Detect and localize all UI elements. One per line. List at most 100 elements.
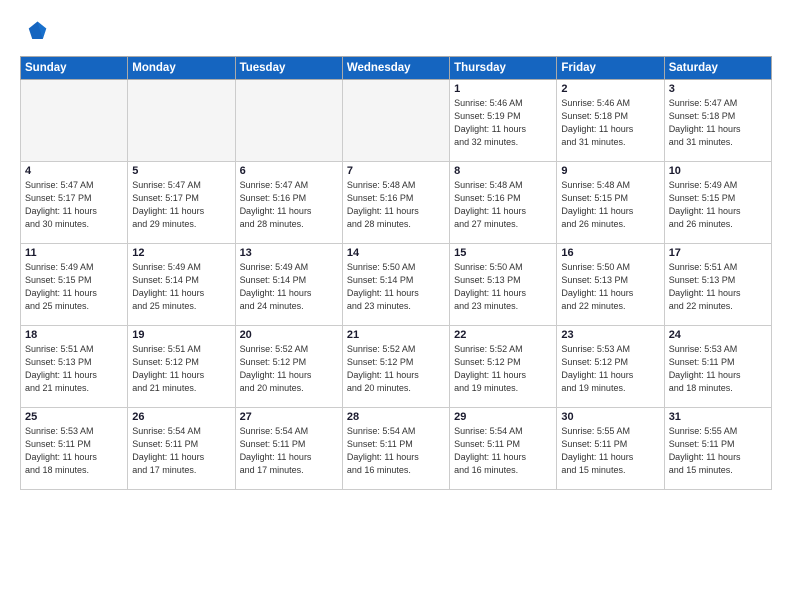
day-cell-1: 1 Sunrise: 5:46 AM Sunset: 5:19 PM Daylig…	[450, 80, 557, 162]
day-cell-10: 10 Sunrise: 5:49 AM Sunset: 5:15 PM Dayli…	[664, 162, 771, 244]
weekday-header-wednesday: Wednesday	[342, 57, 449, 80]
day-content: Sunrise: 5:53 AM Sunset: 5:11 PM Dayligh…	[669, 343, 767, 395]
day-number: 23	[561, 329, 659, 341]
day-cell-6: 6 Sunrise: 5:47 AM Sunset: 5:16 PM Daylig…	[235, 162, 342, 244]
logo-icon	[20, 18, 48, 46]
day-number: 17	[669, 247, 767, 259]
day-content: Sunrise: 5:50 AM Sunset: 5:13 PM Dayligh…	[561, 261, 659, 313]
day-content: Sunrise: 5:49 AM Sunset: 5:15 PM Dayligh…	[25, 261, 123, 313]
day-number: 13	[240, 247, 338, 259]
day-number: 5	[132, 165, 230, 177]
page: SundayMondayTuesdayWednesdayThursdayFrid…	[0, 0, 792, 612]
logo	[20, 18, 52, 46]
day-number: 30	[561, 411, 659, 423]
week-row-5: 25 Sunrise: 5:53 AM Sunset: 5:11 PM Dayli…	[21, 408, 772, 490]
weekday-header-row: SundayMondayTuesdayWednesdayThursdayFrid…	[21, 57, 772, 80]
day-cell-2: 2Sunrise: 5:46 AM Sunset: 5:18 PM Daylig…	[557, 80, 664, 162]
day-number: 29	[454, 411, 552, 423]
day-number: 27	[240, 411, 338, 423]
day-number: 24	[669, 329, 767, 341]
day-cell-16: 16 Sunrise: 5:50 AM Sunset: 5:13 PM Dayli…	[557, 244, 664, 326]
weekday-header-saturday: Saturday	[664, 57, 771, 80]
day-cell-31: 31 Sunrise: 5:55 AM Sunset: 5:11 PM Dayli…	[664, 408, 771, 490]
day-cell-28: 28Sunrise: 5:54 AM Sunset: 5:11 PM Dayli…	[342, 408, 449, 490]
day-cell-3: 3 Sunrise: 5:47 AM Sunset: 5:18 PM Daylig…	[664, 80, 771, 162]
day-number: 7	[347, 165, 445, 177]
day-cell-empty-2	[235, 80, 342, 162]
day-cell-14: 14 Sunrise: 5:50 AM Sunset: 5:14 PM Dayli…	[342, 244, 449, 326]
day-cell-7: 7 Sunrise: 5:48 AM Sunset: 5:16 PM Daylig…	[342, 162, 449, 244]
day-content: Sunrise: 5:49 AM Sunset: 5:15 PM Dayligh…	[669, 179, 767, 231]
day-cell-4: 4 Sunrise: 5:47 AM Sunset: 5:17 PM Daylig…	[21, 162, 128, 244]
day-cell-22: 22 Sunrise: 5:52 AM Sunset: 5:12 PM Dayli…	[450, 326, 557, 408]
day-content: Sunrise: 5:47 AM Sunset: 5:17 PM Dayligh…	[25, 179, 123, 231]
day-content: Sunrise: 5:55 AM Sunset: 5:11 PM Dayligh…	[561, 425, 659, 477]
day-cell-19: 19Sunrise: 5:51 AM Sunset: 5:12 PM Dayli…	[128, 326, 235, 408]
day-cell-20: 20 Sunrise: 5:52 AM Sunset: 5:12 PM Dayli…	[235, 326, 342, 408]
day-number: 8	[454, 165, 552, 177]
day-content: Sunrise: 5:52 AM Sunset: 5:12 PM Dayligh…	[454, 343, 552, 395]
day-number: 25	[25, 411, 123, 423]
day-cell-23: 23 Sunrise: 5:53 AM Sunset: 5:12 PM Dayli…	[557, 326, 664, 408]
day-cell-29: 29 Sunrise: 5:54 AM Sunset: 5:11 PM Dayli…	[450, 408, 557, 490]
calendar: SundayMondayTuesdayWednesdayThursdayFrid…	[20, 56, 772, 490]
day-content: Sunrise: 5:54 AM Sunset: 5:11 PM Dayligh…	[132, 425, 230, 477]
day-number: 31	[669, 411, 767, 423]
day-number: 14	[347, 247, 445, 259]
day-content: Sunrise: 5:48 AM Sunset: 5:16 PM Dayligh…	[454, 179, 552, 231]
day-number: 10	[669, 165, 767, 177]
day-number: 16	[561, 247, 659, 259]
day-cell-13: 13 Sunrise: 5:49 AM Sunset: 5:14 PM Dayli…	[235, 244, 342, 326]
day-content: Sunrise: 5:50 AM Sunset: 5:13 PM Dayligh…	[454, 261, 552, 313]
day-cell-8: 8 Sunrise: 5:48 AM Sunset: 5:16 PM Daylig…	[450, 162, 557, 244]
day-number: 22	[454, 329, 552, 341]
day-content: Sunrise: 5:52 AM Sunset: 5:12 PM Dayligh…	[240, 343, 338, 395]
day-number: 6	[240, 165, 338, 177]
weekday-header-thursday: Thursday	[450, 57, 557, 80]
day-content: Sunrise: 5:49 AM Sunset: 5:14 PM Dayligh…	[132, 261, 230, 313]
day-content: Sunrise: 5:48 AM Sunset: 5:16 PM Dayligh…	[347, 179, 445, 231]
day-cell-empty-3	[342, 80, 449, 162]
day-number: 20	[240, 329, 338, 341]
day-content: Sunrise: 5:54 AM Sunset: 5:11 PM Dayligh…	[454, 425, 552, 477]
day-content: Sunrise: 5:53 AM Sunset: 5:12 PM Dayligh…	[561, 343, 659, 395]
week-row-4: 18 Sunrise: 5:51 AM Sunset: 5:13 PM Dayli…	[21, 326, 772, 408]
day-content: Sunrise: 5:53 AM Sunset: 5:11 PM Dayligh…	[25, 425, 123, 477]
day-content: Sunrise: 5:49 AM Sunset: 5:14 PM Dayligh…	[240, 261, 338, 313]
day-content: Sunrise: 5:48 AM Sunset: 5:15 PM Dayligh…	[561, 179, 659, 231]
day-number: 2	[561, 83, 659, 95]
day-cell-17: 17 Sunrise: 5:51 AM Sunset: 5:13 PM Dayli…	[664, 244, 771, 326]
day-cell-18: 18 Sunrise: 5:51 AM Sunset: 5:13 PM Dayli…	[21, 326, 128, 408]
weekday-header-tuesday: Tuesday	[235, 57, 342, 80]
day-number: 11	[25, 247, 123, 259]
day-number: 3	[669, 83, 767, 95]
week-row-1: 1 Sunrise: 5:46 AM Sunset: 5:19 PM Daylig…	[21, 80, 772, 162]
day-cell-30: 30 Sunrise: 5:55 AM Sunset: 5:11 PM Dayli…	[557, 408, 664, 490]
weekday-header-friday: Friday	[557, 57, 664, 80]
day-number: 12	[132, 247, 230, 259]
day-cell-27: 27Sunrise: 5:54 AM Sunset: 5:11 PM Dayli…	[235, 408, 342, 490]
day-content: Sunrise: 5:46 AM Sunset: 5:19 PM Dayligh…	[454, 97, 552, 149]
week-row-2: 4 Sunrise: 5:47 AM Sunset: 5:17 PM Daylig…	[21, 162, 772, 244]
day-number: 15	[454, 247, 552, 259]
day-content: Sunrise: 5:47 AM Sunset: 5:18 PM Dayligh…	[669, 97, 767, 149]
day-cell-26: 26 Sunrise: 5:54 AM Sunset: 5:11 PM Dayli…	[128, 408, 235, 490]
day-cell-12: 12 Sunrise: 5:49 AM Sunset: 5:14 PM Dayli…	[128, 244, 235, 326]
day-number: 18	[25, 329, 123, 341]
day-content: Sunrise: 5:52 AM Sunset: 5:12 PM Dayligh…	[347, 343, 445, 395]
day-number: 9	[561, 165, 659, 177]
day-number: 4	[25, 165, 123, 177]
day-content: Sunrise: 5:54 AM Sunset: 5:11 PM Dayligh…	[347, 425, 445, 477]
day-number: 1	[454, 83, 552, 95]
day-cell-11: 11 Sunrise: 5:49 AM Sunset: 5:15 PM Dayli…	[21, 244, 128, 326]
day-content: Sunrise: 5:50 AM Sunset: 5:14 PM Dayligh…	[347, 261, 445, 313]
day-content: Sunrise: 5:47 AM Sunset: 5:16 PM Dayligh…	[240, 179, 338, 231]
weekday-header-monday: Monday	[128, 57, 235, 80]
day-content: Sunrise: 5:51 AM Sunset: 5:13 PM Dayligh…	[25, 343, 123, 395]
day-content: Sunrise: 5:51 AM Sunset: 5:13 PM Dayligh…	[669, 261, 767, 313]
day-content: Sunrise: 5:55 AM Sunset: 5:11 PM Dayligh…	[669, 425, 767, 477]
day-cell-empty-1	[128, 80, 235, 162]
day-number: 21	[347, 329, 445, 341]
day-number: 26	[132, 411, 230, 423]
week-row-3: 11 Sunrise: 5:49 AM Sunset: 5:15 PM Dayli…	[21, 244, 772, 326]
